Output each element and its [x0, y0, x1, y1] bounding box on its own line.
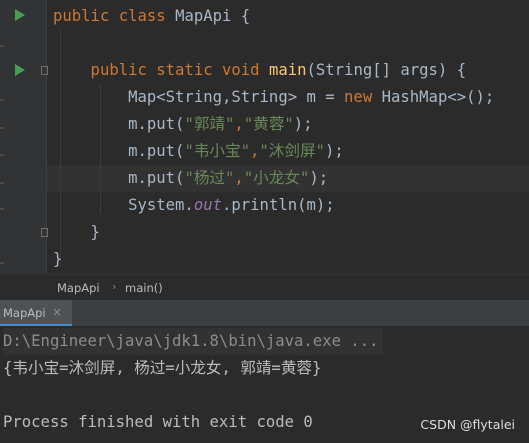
code-line-map-decl[interactable]: Map<String,String> m = new HashMap<>();	[53, 84, 494, 111]
gutter-marker	[0, 99, 4, 101]
gutter-marker	[0, 208, 4, 210]
code-token: );	[309, 169, 329, 187]
run-tool-window-header: MapApi ×	[0, 300, 529, 327]
code-token: out	[193, 196, 222, 214]
code-token: public class	[53, 7, 176, 25]
code-line-put-3[interactable]: m.put("杨过","小龙女");	[53, 165, 328, 192]
code-token: "小龙女"	[243, 169, 310, 187]
code-token: public static void	[53, 61, 269, 79]
fold-end-main-icon[interactable]	[41, 228, 48, 237]
code-line-main-decl[interactable]: public static void main(String[] args) {	[53, 57, 467, 84]
console-command-line[interactable]: D:\Engineer\java\jdk1.8\bin\java.exe ...	[3, 328, 383, 355]
code-token: );	[324, 142, 344, 160]
code-token: m.put(	[53, 169, 185, 187]
code-token: m.put(	[53, 142, 185, 160]
code-editor[interactable]: public class MapApi { public static void…	[0, 0, 529, 274]
code-token: "郭靖"	[184, 115, 235, 133]
code-line-class-decl[interactable]: public class MapApi {	[53, 3, 250, 30]
breadcrumb-item-method[interactable]: main()	[125, 281, 163, 295]
editor-gutter[interactable]	[0, 0, 46, 274]
code-token: System.	[53, 196, 194, 214]
code-line-println[interactable]: System.out.println(m);	[53, 192, 335, 219]
code-token: (String[] args) {	[306, 61, 467, 79]
tab-run-mapapi[interactable]: MapApi ×	[0, 300, 72, 326]
console-output-line: Process finished with exit code 0	[3, 413, 313, 431]
fold-main-icon[interactable]	[41, 66, 48, 75]
code-token: m.put(	[53, 115, 185, 133]
code-token: ,	[234, 115, 244, 133]
gutter-marker	[0, 45, 4, 47]
code-token: Map<String,String> m =	[53, 88, 345, 106]
code-token: main	[268, 61, 307, 79]
code-token: MapApi {	[175, 7, 251, 25]
console-output-line: {韦小宝=沐剑屏, 杨过=小龙女, 郭靖=黄蓉}	[3, 359, 322, 377]
close-tab-icon[interactable]: ×	[52, 305, 62, 319]
breadcrumb-item-class[interactable]: MapApi	[57, 281, 100, 295]
gutter-marker	[0, 262, 4, 264]
code-line-close-class[interactable]: }	[53, 246, 62, 273]
gutter-marker	[0, 182, 4, 184]
code-token: "沐剑屏"	[259, 142, 325, 160]
breadcrumb-separator: ›	[112, 280, 117, 293]
code-token: "韦小宝"	[184, 142, 250, 160]
run-class-icon[interactable]	[15, 9, 25, 21]
code-token: "黄蓉"	[243, 115, 294, 133]
gutter-marker	[0, 154, 4, 156]
code-token: ,	[234, 169, 244, 187]
code-token: new	[344, 88, 382, 106]
code-token: }	[53, 250, 63, 268]
code-token: ,	[250, 142, 260, 160]
code-token: .println(m);	[222, 196, 335, 214]
code-token: );	[293, 115, 313, 133]
gutter-marker	[0, 127, 4, 129]
code-line-put-1[interactable]: m.put("郭靖","黄蓉");	[53, 111, 313, 138]
run-main-icon[interactable]	[15, 64, 25, 76]
breadcrumb: MapApi › main()	[0, 274, 529, 301]
code-token: HashMap<>();	[381, 88, 495, 106]
code-line-put-2[interactable]: m.put("韦小宝","沐剑屏");	[53, 138, 344, 165]
code-token: "杨过"	[184, 169, 235, 187]
watermark: CSDN @flytalei	[420, 417, 515, 432]
console-output[interactable]: D:\Engineer\java\jdk1.8\bin\java.exe ...…	[0, 326, 529, 443]
code-token: }	[53, 223, 100, 241]
tab-label: MapApi	[3, 306, 46, 320]
code-line-close-main[interactable]: }	[53, 219, 100, 246]
